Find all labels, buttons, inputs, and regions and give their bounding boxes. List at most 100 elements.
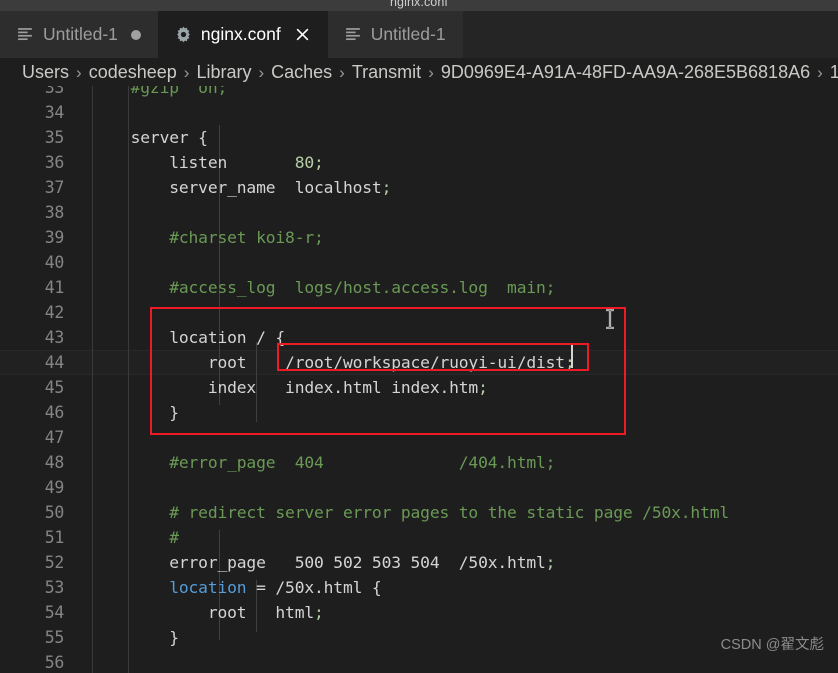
code-line[interactable]: 44 root /root/workspace/ruoyi-ui/dist; xyxy=(0,350,838,375)
fold-gutter[interactable] xyxy=(78,300,92,325)
code-text: #access_log logs/host.access.log main; xyxy=(92,278,838,297)
line-number: 45 xyxy=(0,378,78,397)
code-line[interactable]: 45 index index.html index.htm; xyxy=(0,375,838,400)
line-number: 55 xyxy=(0,628,78,647)
breadcrumb-item[interactable]: Library xyxy=(196,63,251,81)
line-number: 48 xyxy=(0,453,78,472)
breadcrumb[interactable]: Users›codesheep›Library›Caches›Transmit›… xyxy=(0,58,838,86)
code-line[interactable]: 43 location / { xyxy=(0,325,838,350)
breadcrumb-item[interactable]: 192 xyxy=(830,63,838,81)
breadcrumb-separator-icon: › xyxy=(817,64,823,81)
fold-gutter[interactable] xyxy=(78,575,92,600)
line-number: 50 xyxy=(0,503,78,522)
fold-gutter[interactable] xyxy=(78,225,92,250)
line-number: 49 xyxy=(0,478,78,497)
fold-gutter[interactable] xyxy=(78,600,92,625)
window-titlebar: nginx.conf xyxy=(0,0,838,11)
line-number: 51 xyxy=(0,528,78,547)
code-line[interactable]: 41 #access_log logs/host.access.log main… xyxy=(0,275,838,300)
code-text: #gzip on; xyxy=(92,86,838,97)
code-line[interactable]: 52 error_page 500 502 503 504 /50x.html; xyxy=(0,550,838,575)
code-text: location / { xyxy=(92,328,838,347)
code-line[interactable]: 34 xyxy=(0,100,838,125)
fold-gutter[interactable] xyxy=(78,350,92,375)
fold-gutter[interactable] xyxy=(78,125,92,150)
fold-gutter[interactable] xyxy=(78,425,92,450)
vscode-window: nginx.conf Untitled-1nginx.confUntitled-… xyxy=(0,0,838,673)
fold-gutter[interactable] xyxy=(78,450,92,475)
line-number: 46 xyxy=(0,403,78,422)
fold-gutter[interactable] xyxy=(78,175,92,200)
breadcrumb-separator-icon: › xyxy=(339,64,345,81)
code-line[interactable]: 36 listen 80; xyxy=(0,150,838,175)
breadcrumb-item[interactable]: Transmit xyxy=(352,63,421,81)
code-line[interactable]: 39 #charset koi8-r; xyxy=(0,225,838,250)
line-number: 41 xyxy=(0,278,78,297)
fold-gutter[interactable] xyxy=(78,550,92,575)
line-number: 54 xyxy=(0,603,78,622)
code-line[interactable]: 37 server_name localhost; xyxy=(0,175,838,200)
line-number: 33 xyxy=(0,86,78,97)
editor-tab-strip: Untitled-1nginx.confUntitled-1 xyxy=(0,11,838,58)
code-text: } xyxy=(92,403,838,422)
fold-gutter[interactable] xyxy=(78,500,92,525)
code-line[interactable]: 50 # redirect server error pages to the … xyxy=(0,500,838,525)
code-line[interactable]: 47 xyxy=(0,425,838,450)
breadcrumb-item[interactable]: Users xyxy=(22,63,69,81)
breadcrumb-separator-icon: › xyxy=(428,64,434,81)
fold-gutter[interactable] xyxy=(78,325,92,350)
fold-gutter[interactable] xyxy=(78,475,92,500)
editor-tab-untitled-1[interactable]: Untitled-1 xyxy=(328,11,463,58)
window-title: nginx.conf xyxy=(0,0,838,9)
fold-gutter[interactable] xyxy=(78,86,92,100)
editor-tab-untitled-1[interactable]: Untitled-1 xyxy=(0,11,158,58)
code-line[interactable]: 51 # xyxy=(0,525,838,550)
line-number: 44 xyxy=(0,353,78,372)
code-text: location = /50x.html { xyxy=(92,578,838,597)
code-line[interactable]: 38 xyxy=(0,200,838,225)
editor-tab-nginx-conf[interactable]: nginx.conf xyxy=(158,11,328,58)
watermark: CSDN @翟文彪 xyxy=(721,633,824,654)
code-text: index index.html index.htm; xyxy=(92,378,838,397)
code-line[interactable]: 49 xyxy=(0,475,838,500)
line-number: 56 xyxy=(0,653,78,672)
fold-gutter[interactable] xyxy=(78,525,92,550)
line-number: 38 xyxy=(0,203,78,222)
code-text: # xyxy=(92,528,838,547)
gear-icon xyxy=(175,26,192,43)
code-editor[interactable]: 33 #gzip on;3435 server {36 listen 80;37… xyxy=(0,86,838,673)
fold-gutter[interactable] xyxy=(78,625,92,650)
code-line[interactable]: 46 } xyxy=(0,400,838,425)
line-number: 36 xyxy=(0,153,78,172)
fold-gutter[interactable] xyxy=(78,275,92,300)
code-text: listen 80; xyxy=(92,153,838,172)
fold-gutter[interactable] xyxy=(78,375,92,400)
code-text: #error_page 404 /404.html; xyxy=(92,453,838,472)
tab-strip-empty-area xyxy=(463,11,838,58)
breadcrumb-item[interactable]: 9D0969E4-A91A-48FD-AA9A-268E5B6818A6 xyxy=(441,63,810,81)
breadcrumb-separator-icon: › xyxy=(258,64,264,81)
fold-gutter[interactable] xyxy=(78,200,92,225)
code-line[interactable]: 40 xyxy=(0,250,838,275)
fold-gutter[interactable] xyxy=(78,650,92,673)
code-line[interactable]: 42 xyxy=(0,300,838,325)
mouse-ibeam-cursor xyxy=(603,309,617,329)
code-line[interactable]: 55 } xyxy=(0,625,838,650)
breadcrumb-item[interactable]: codesheep xyxy=(89,63,177,81)
fold-gutter[interactable] xyxy=(78,400,92,425)
breadcrumb-item[interactable]: Caches xyxy=(271,63,332,81)
fold-gutter[interactable] xyxy=(78,150,92,175)
line-number: 53 xyxy=(0,578,78,597)
code-line[interactable]: 48 #error_page 404 /404.html; xyxy=(0,450,838,475)
code-line[interactable]: 53 location = /50x.html { xyxy=(0,575,838,600)
fold-gutter[interactable] xyxy=(78,100,92,125)
code-text: root /root/workspace/ruoyi-ui/dist; xyxy=(92,353,838,372)
tab-dirty-indicator[interactable] xyxy=(131,30,141,40)
code-line[interactable]: 35 server { xyxy=(0,125,838,150)
close-icon[interactable] xyxy=(294,26,311,43)
code-line[interactable]: 54 root html; xyxy=(0,600,838,625)
code-line[interactable]: 56 xyxy=(0,650,838,673)
code-line[interactable]: 33 #gzip on; xyxy=(0,86,838,100)
text-caret xyxy=(571,345,573,368)
fold-gutter[interactable] xyxy=(78,250,92,275)
